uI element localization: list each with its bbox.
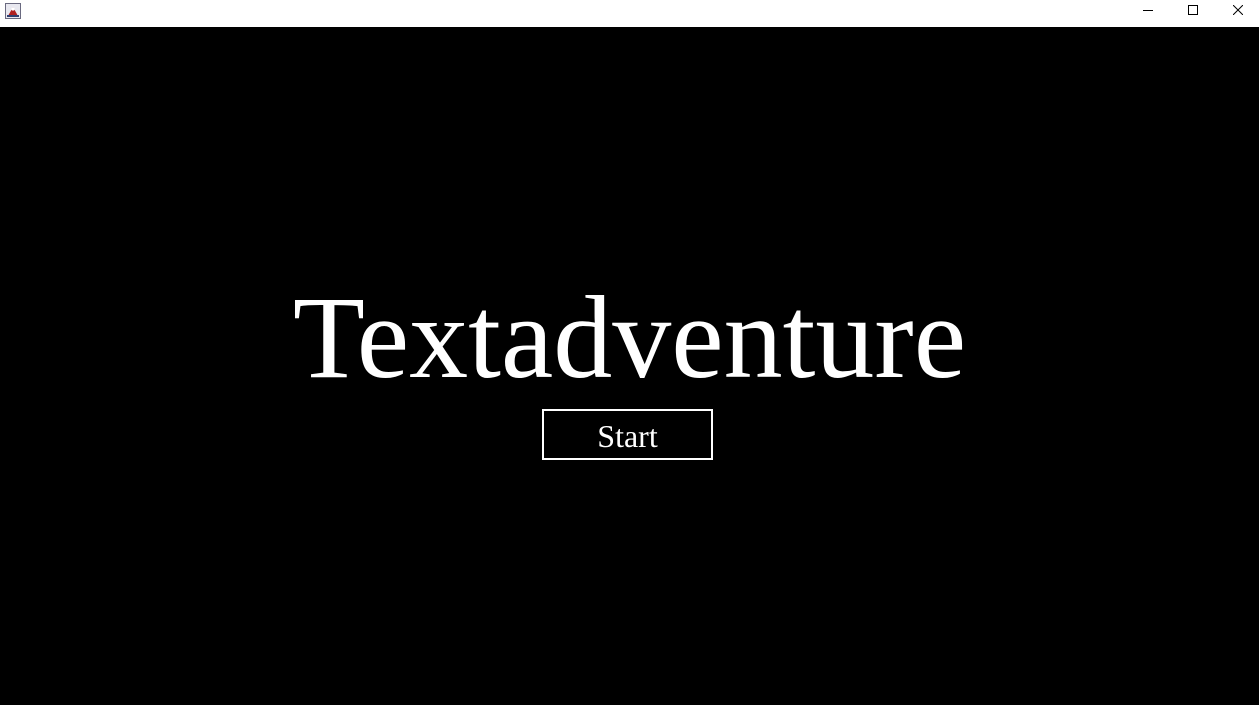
game-title: Textadventure bbox=[292, 272, 967, 403]
maximize-button[interactable] bbox=[1170, 0, 1215, 22]
java-app-icon bbox=[5, 3, 21, 19]
app-window: Textadventure Start bbox=[0, 0, 1259, 705]
minimize-button[interactable] bbox=[1125, 0, 1170, 22]
window-titlebar[interactable] bbox=[0, 0, 1259, 27]
maximize-icon bbox=[1187, 2, 1198, 20]
close-icon bbox=[1232, 2, 1243, 20]
game-screen: Textadventure Start bbox=[0, 27, 1259, 705]
start-button[interactable]: Start bbox=[542, 409, 713, 460]
minimize-icon bbox=[1142, 2, 1153, 20]
close-button[interactable] bbox=[1215, 0, 1259, 22]
